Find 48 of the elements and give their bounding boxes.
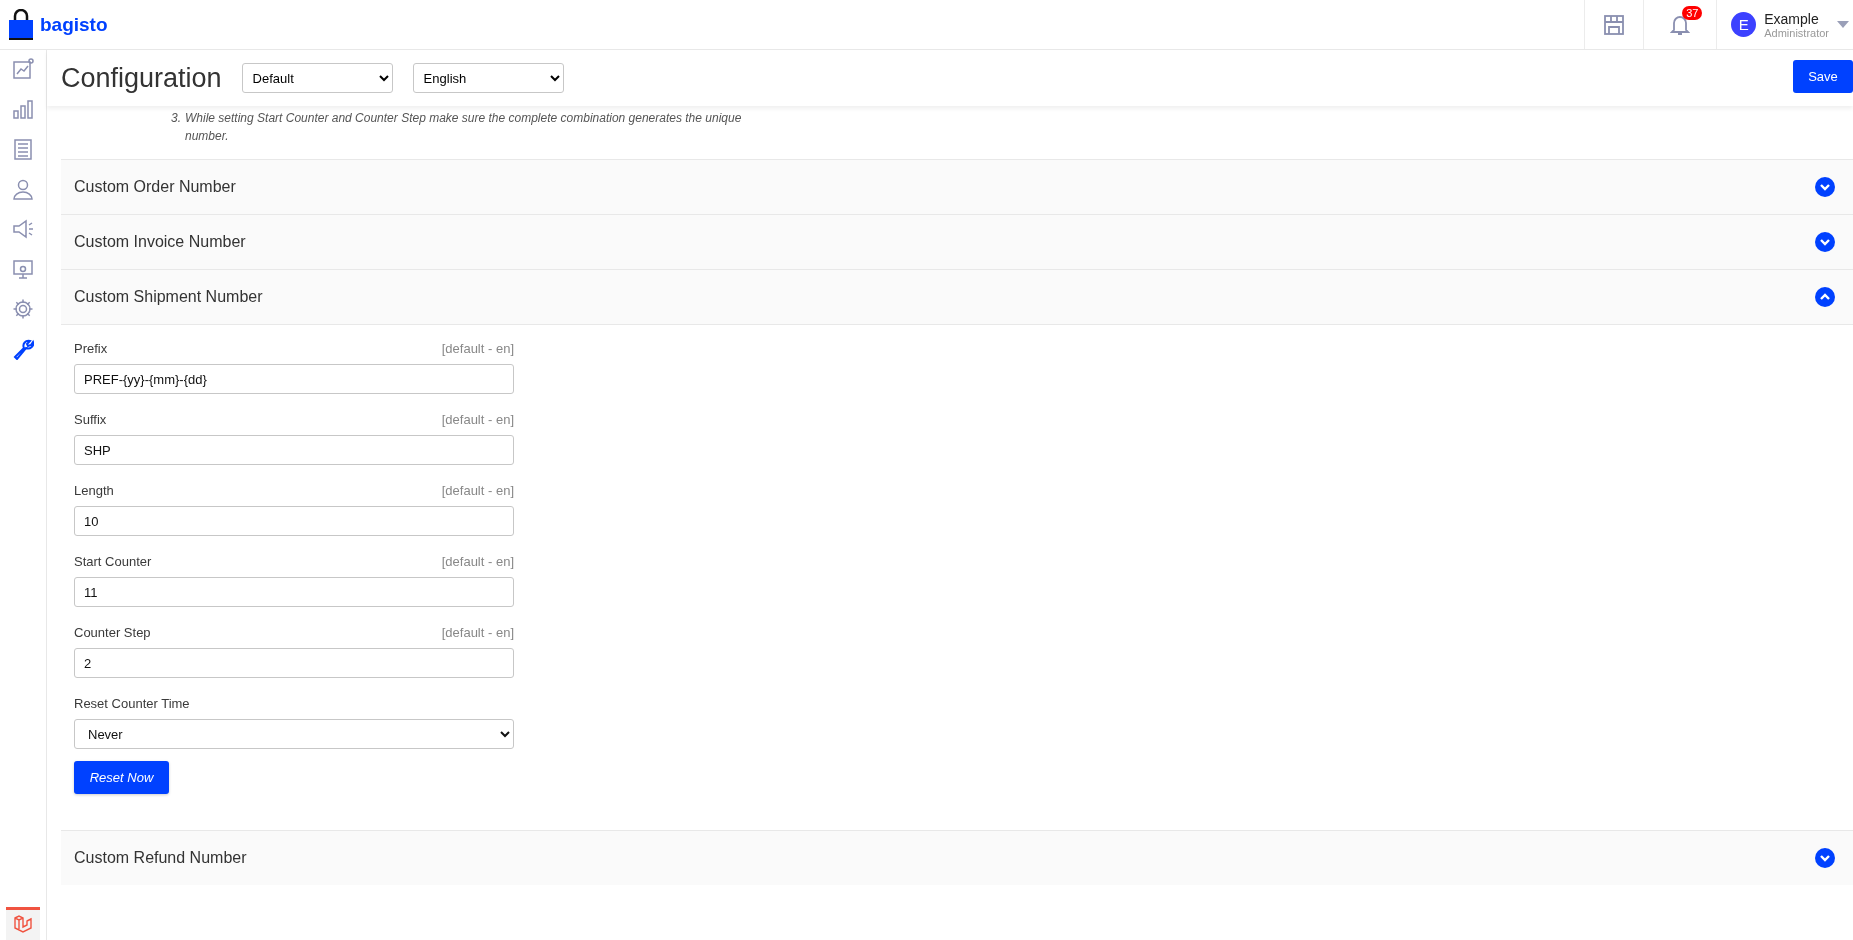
list-number: 3.: [171, 110, 181, 127]
chevron-up-icon[interactable]: [1815, 287, 1835, 307]
input-field[interactable]: 2: [74, 648, 514, 678]
locale-select[interactable]: English: [412, 63, 564, 93]
accordion-header[interactable]: Custom Invoice Number: [61, 214, 1853, 269]
field-label: Start Counter: [74, 554, 152, 569]
field-label: Prefix: [74, 341, 108, 356]
sidebar-item[interactable]: [12, 218, 34, 240]
user-avatar: E: [1731, 12, 1757, 37]
scope-label: [default - en]: [441, 412, 514, 427]
user-role: Administrator: [1764, 26, 1829, 39]
scope-label: [default - en]: [441, 554, 514, 569]
scope-label: [default - en]: [441, 341, 514, 356]
channel-select[interactable]: Default: [241, 63, 393, 93]
cube-logo-icon[interactable]: [13, 914, 33, 934]
user-name: Example: [1764, 10, 1820, 27]
chevron-down-icon[interactable]: [1815, 848, 1835, 868]
input-field[interactable]: PREF-{yy}-{mm}-{dd}: [74, 364, 514, 394]
sidebar-item[interactable]: [12, 258, 34, 280]
storefront-icon[interactable]: [1603, 13, 1626, 36]
field-label: Suffix: [74, 412, 107, 427]
scope-label: [default - en]: [441, 625, 514, 640]
sidebar-item[interactable]: [12, 98, 34, 120]
scope-label: [default - en]: [441, 483, 514, 498]
sidebar-item[interactable]: [12, 58, 34, 80]
sidebar-item[interactable]: [12, 338, 34, 360]
caret-icon[interactable]: [1837, 20, 1849, 29]
accordion-header[interactable]: Custom Order Number: [61, 159, 1853, 214]
field-label: Length: [74, 483, 114, 498]
shopping-bag-icon: [8, 8, 34, 41]
save-button[interactable]: Save: [1793, 59, 1853, 93]
input-field[interactable]: 10: [74, 506, 514, 536]
notification-badge: 37: [1682, 6, 1703, 20]
sidebar-item[interactable]: [12, 178, 34, 200]
accordion-header[interactable]: Custom Shipment Number: [61, 269, 1853, 324]
input-field[interactable]: 11: [74, 577, 514, 607]
chevron-down-icon[interactable]: [1815, 232, 1835, 252]
input-field[interactable]: SHP: [74, 435, 514, 465]
field-label: Reset Counter Time: [74, 696, 190, 711]
brand-name: bagisto: [40, 13, 108, 36]
note-text: While setting Start Counter and Counter Step make sure the complete combination generates the unique number.: [185, 110, 743, 145]
sidebar-item[interactable]: [12, 298, 34, 320]
accordion-header[interactable]: Custom Refund Number: [61, 830, 1853, 885]
page-title: Configuration: [61, 62, 222, 94]
reset-button[interactable]: Reset Now: [74, 761, 169, 794]
select-field[interactable]: Never: [74, 719, 514, 749]
chevron-down-icon[interactable]: [1815, 177, 1835, 197]
field-label: Counter Step: [74, 625, 151, 640]
